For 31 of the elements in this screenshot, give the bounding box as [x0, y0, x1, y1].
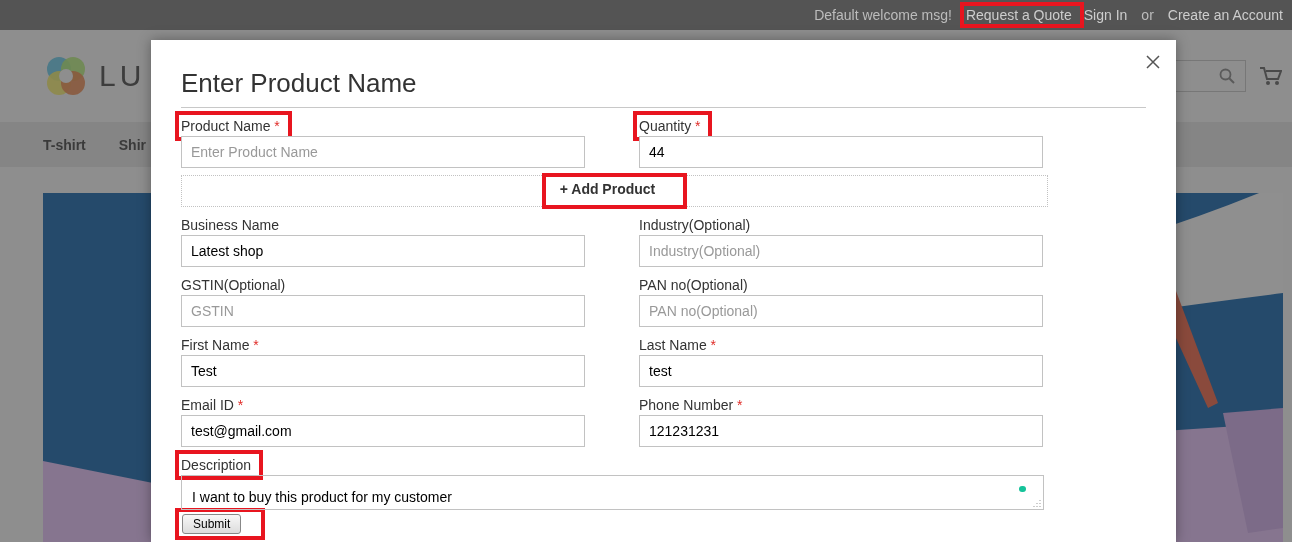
modal-title: Enter Product Name: [181, 68, 1146, 108]
input-field[interactable]: GSTIN: [181, 295, 585, 327]
header-link[interactable]: Create an Account: [1167, 7, 1283, 23]
field-label: PAN no(Optional): [639, 276, 748, 295]
field-label: Quantity *: [639, 117, 701, 136]
field-label: Product Name *: [181, 117, 280, 136]
text-area-value: I want to buy this product for my customer: [192, 489, 452, 505]
input-field[interactable]: Enter Product Name: [181, 136, 585, 168]
field-label: Last Name *: [639, 336, 717, 355]
field-label: Industry(Optional): [639, 216, 751, 235]
input-field[interactable]: test@gmail.com: [181, 415, 585, 447]
add-product-button[interactable]: + Add Product: [555, 181, 660, 197]
input-field[interactable]: Latest shop: [181, 235, 585, 267]
field-label: Business Name: [181, 216, 280, 235]
input-field[interactable]: 44: [639, 136, 1043, 168]
input-field[interactable]: PAN no(Optional): [639, 295, 1043, 327]
input-field[interactable]: 121231231: [639, 415, 1043, 447]
field-label: Description: [181, 456, 252, 475]
text-area[interactable]: I want to buy this product for my customer: [181, 475, 1044, 510]
input-field[interactable]: Industry(Optional): [639, 235, 1043, 267]
field-label: GSTIN(Optional): [181, 276, 286, 295]
header-link[interactable]: Request a Quote: [965, 7, 1072, 23]
header-link[interactable]: Sign In: [1083, 7, 1128, 23]
header-text: or: [1141, 7, 1154, 23]
input-field[interactable]: test: [639, 355, 1043, 387]
field-label: First Name *: [181, 336, 259, 355]
field-label: Email ID *: [181, 396, 244, 415]
submit-button[interactable]: Submit: [182, 514, 242, 534]
field-label: Phone Number *: [639, 396, 743, 415]
header-text: Default welcome msg!: [814, 7, 952, 23]
input-field[interactable]: Test: [181, 355, 585, 387]
